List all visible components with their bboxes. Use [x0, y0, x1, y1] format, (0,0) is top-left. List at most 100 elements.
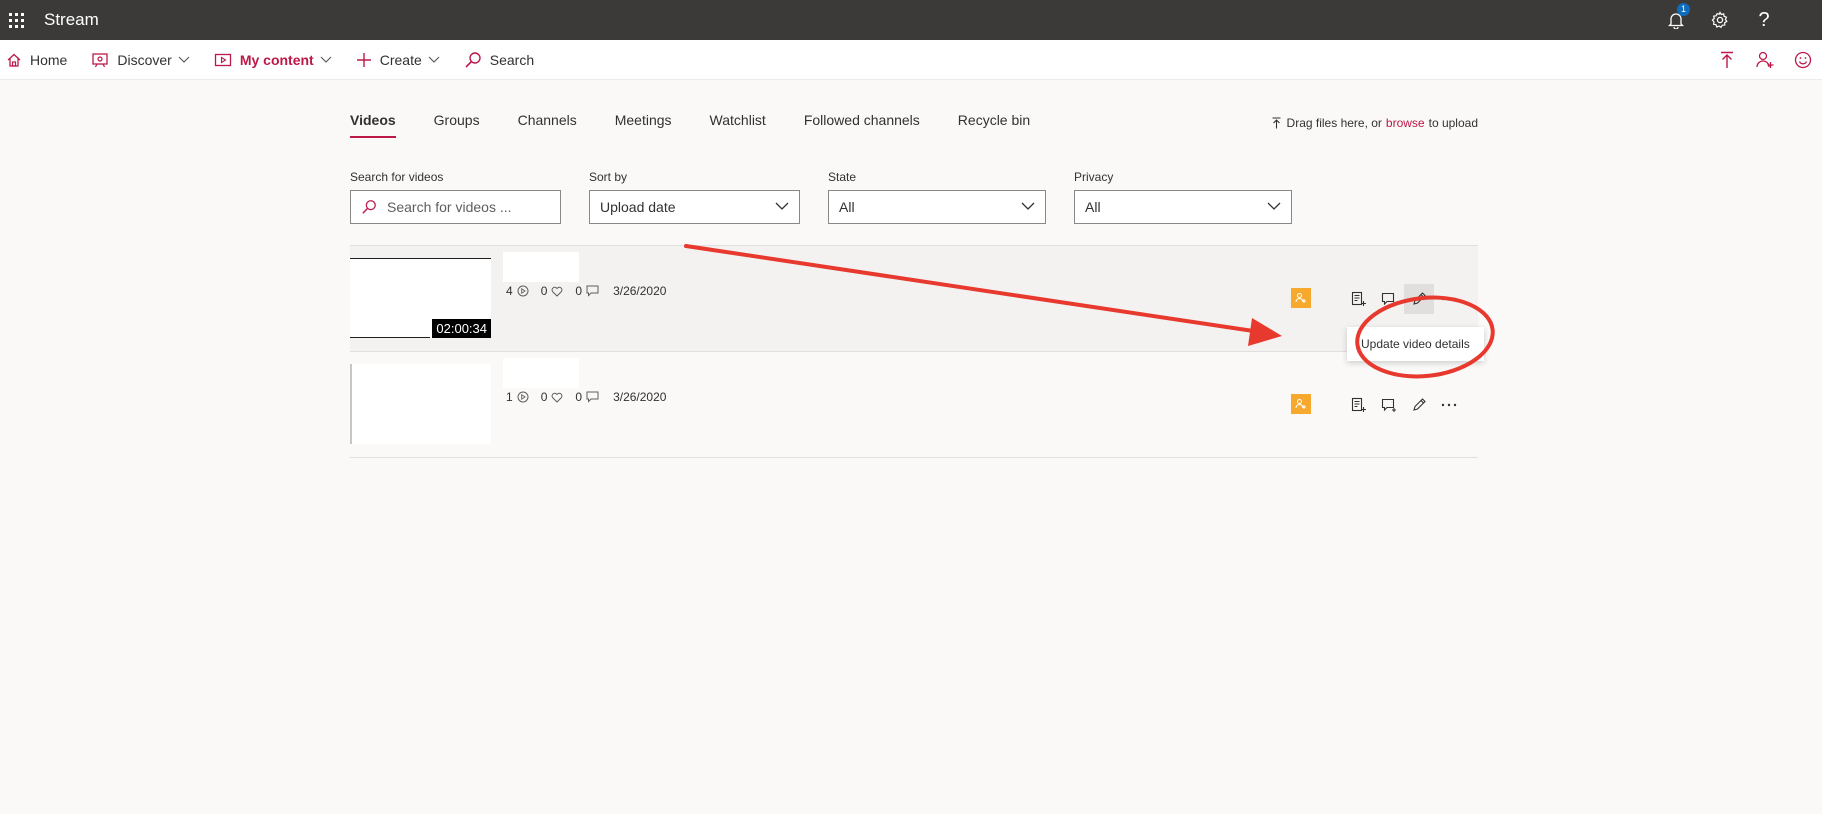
add-person-icon — [1756, 51, 1774, 68]
sort-dropdown[interactable]: Upload date — [589, 190, 800, 224]
state-dropdown[interactable]: All — [828, 190, 1046, 224]
permission-badge[interactable] — [1291, 288, 1311, 308]
search-label: Search for videos — [350, 170, 444, 184]
upload-hint-prefix: Drag files here, or — [1286, 116, 1382, 130]
notification-badge: 1 — [1677, 3, 1690, 16]
nav-home[interactable]: Home — [6, 40, 67, 80]
app-launcher-button[interactable] — [2, 0, 30, 40]
views-count: 1 — [506, 390, 529, 404]
nav-right-actions — [1708, 40, 1822, 80]
video-title[interactable] — [503, 358, 579, 388]
tab-recycle-bin[interactable]: Recycle bin — [958, 112, 1030, 138]
tab-followed-channels[interactable]: Followed channels — [804, 112, 920, 138]
nav-my-content[interactable]: My content — [214, 40, 332, 80]
video-stats: 1 0 0 3/26/2020 — [506, 390, 666, 404]
sort-filter: Sort by Upload date — [589, 170, 800, 224]
video-row[interactable]: 02:00:34 4 0 0 3/26/2020 — [350, 246, 1478, 352]
privacy-dropdown[interactable]: All — [1074, 190, 1292, 224]
video-actions — [1344, 284, 1464, 314]
video-actions — [1344, 390, 1464, 420]
video-thumbnail[interactable]: 02:00:34 — [350, 258, 491, 338]
chevron-down-icon — [1021, 202, 1035, 210]
comment-icon — [586, 285, 599, 297]
edit-tooltip: Update video details — [1347, 327, 1484, 361]
upload-hint-suffix: to upload — [1428, 116, 1478, 130]
suite-bar: Stream 1 ? — [0, 0, 1822, 40]
add-comment-icon — [1381, 292, 1396, 306]
add-to-list-icon — [1351, 291, 1366, 306]
home-icon — [7, 53, 21, 67]
more-icon — [1441, 297, 1457, 301]
discover-icon — [92, 52, 109, 67]
add-to-list-button[interactable] — [1344, 284, 1374, 314]
chevron-down-icon — [1267, 202, 1281, 210]
filter-bar: Search for videos Search for videos ... … — [350, 170, 1320, 224]
edit-button[interactable] — [1404, 390, 1434, 420]
add-comment-icon — [1381, 398, 1396, 412]
play-circle-icon — [517, 391, 529, 403]
feedback-button[interactable] — [1784, 40, 1822, 80]
views-count: 4 — [506, 284, 529, 298]
gear-icon — [1711, 11, 1728, 29]
state-label: State — [828, 170, 857, 184]
video-row[interactable]: 1 0 0 3/26/2020 — [350, 352, 1478, 458]
pencil-icon — [1413, 292, 1426, 305]
sort-label: Sort by — [589, 170, 628, 184]
nav-search[interactable]: Search — [464, 40, 534, 80]
tab-watchlist[interactable]: Watchlist — [710, 112, 766, 138]
add-to-list-button[interactable] — [1344, 390, 1374, 420]
tab-groups[interactable]: Groups — [434, 112, 480, 138]
help-button[interactable]: ? — [1742, 0, 1786, 40]
state-value: All — [839, 199, 855, 215]
search-icon — [362, 200, 376, 214]
plus-icon — [356, 52, 371, 67]
edit-button[interactable] — [1404, 284, 1434, 314]
video-thumbnail[interactable] — [350, 364, 491, 444]
privacy-filter: Privacy All — [1074, 170, 1292, 224]
nav-discover-label: Discover — [117, 51, 172, 68]
more-icon — [1441, 403, 1457, 407]
heart-icon — [551, 286, 563, 297]
more-options-button[interactable] — [1434, 284, 1464, 314]
tab-meetings[interactable]: Meetings — [615, 112, 672, 138]
video-title[interactable] — [503, 252, 579, 282]
upload-hint: Drag files here, or browse to upload — [1272, 116, 1478, 130]
smiley-icon — [1794, 51, 1812, 69]
waffle-icon — [8, 12, 24, 28]
upload-date: 3/26/2020 — [613, 284, 667, 298]
browse-link[interactable]: browse — [1386, 116, 1425, 130]
comments-count: 0 — [575, 284, 599, 298]
video-duration: 02:00:34 — [432, 319, 491, 338]
more-options-button[interactable] — [1434, 390, 1464, 420]
nav-discover[interactable]: Discover — [91, 40, 190, 80]
notifications-button[interactable]: 1 — [1654, 0, 1698, 40]
nav-create[interactable]: Create — [356, 40, 440, 80]
video-list: 02:00:34 4 0 0 3/26/2020 1 0 0 3/26/2020 — [350, 245, 1478, 458]
add-to-channel-button[interactable] — [1374, 284, 1404, 314]
upload-date: 3/26/2020 — [613, 390, 667, 404]
thumbnail-line — [350, 258, 491, 259]
chevron-down-icon — [428, 56, 440, 63]
chevron-down-icon — [775, 202, 789, 210]
app-name[interactable]: Stream — [44, 10, 99, 30]
comment-icon — [586, 391, 599, 403]
permission-badge[interactable] — [1291, 394, 1311, 414]
settings-button[interactable] — [1698, 0, 1742, 40]
add-to-list-icon — [1351, 397, 1366, 412]
search-icon — [465, 51, 481, 68]
privacy-value: All — [1085, 199, 1101, 215]
add-person-button[interactable] — [1746, 40, 1784, 80]
tab-videos[interactable]: Videos — [350, 112, 396, 138]
help-icon: ? — [1758, 8, 1770, 31]
chevron-down-icon — [320, 56, 332, 63]
chevron-down-icon — [178, 56, 190, 63]
nav-search-label: Search — [489, 51, 535, 68]
sort-value: Upload date — [600, 199, 676, 215]
upload-button[interactable] — [1708, 40, 1746, 80]
nav-home-label: Home — [30, 51, 68, 68]
play-circle-icon — [517, 285, 529, 297]
search-input[interactable]: Search for videos ... — [350, 190, 561, 224]
add-to-channel-button[interactable] — [1374, 390, 1404, 420]
tab-channels[interactable]: Channels — [518, 112, 577, 138]
thumbnail-line — [350, 337, 430, 338]
